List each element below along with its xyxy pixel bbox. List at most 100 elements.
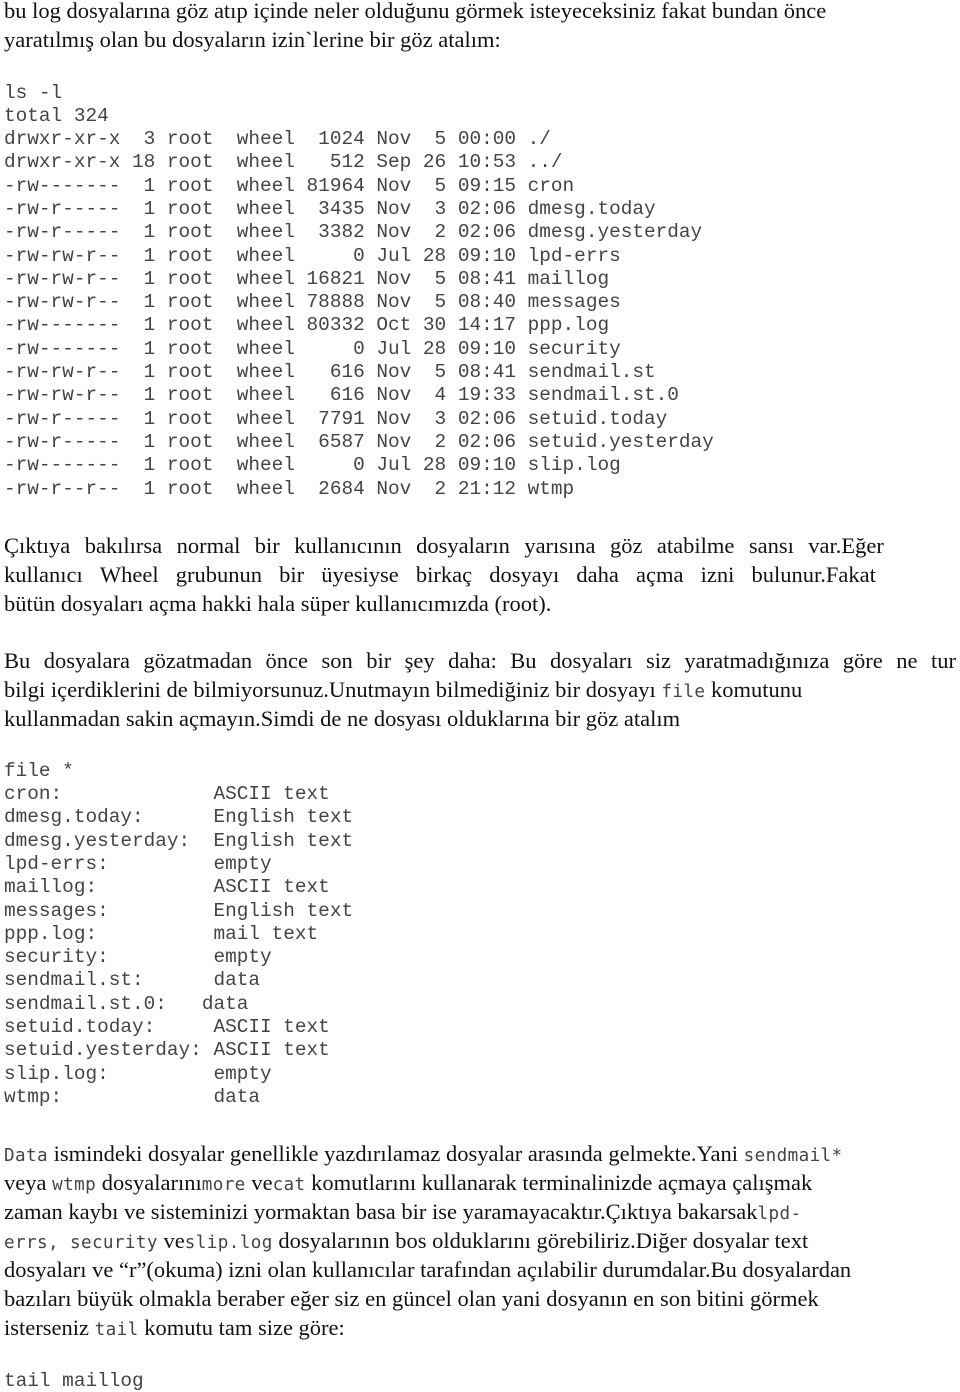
ls-row: -rw-rw-r-- 1 root wheel 616 Nov 5 08:41 … xyxy=(4,361,656,383)
file-command: file * xyxy=(4,760,74,782)
word: siz xyxy=(645,648,671,673)
word: son xyxy=(321,648,353,673)
intro-line-1: bu log dosyalarına göz atıp içinde neler… xyxy=(4,0,956,23)
word: Wheel xyxy=(99,562,159,587)
para3-text: ve xyxy=(157,1228,185,1253)
inline-code-wtmp: wtmp xyxy=(52,1175,97,1195)
file-row: wtmp: data xyxy=(4,1085,260,1108)
ls-row: -rw-r----- 1 root wheel 3382 Nov 2 02:06… xyxy=(4,221,703,244)
word: ne xyxy=(896,648,918,673)
word: normal xyxy=(176,533,241,558)
word: birkaç xyxy=(415,562,473,587)
word: bulunur.Fakat xyxy=(751,562,876,587)
file-row: messages: English text xyxy=(4,899,354,922)
para3-text: isterseniz xyxy=(4,1315,95,1340)
ls-row: -rw------- 1 root wheel 0 Jul 28 09:10 s… xyxy=(4,454,621,477)
inline-code-sendmail: sendmail* xyxy=(743,1146,843,1166)
para3-text: dosyalarını xyxy=(96,1170,202,1195)
intro-line-2: yaratılmış olan bu dosyaların izin`lerin… xyxy=(4,27,501,52)
para2-line-3: kullanmadan sakin açmayın.Simdi de ne do… xyxy=(4,706,681,731)
file-row: cron: ASCII text xyxy=(4,783,330,805)
word: daha xyxy=(576,562,619,587)
file-row: maillog: ASCII text xyxy=(4,876,330,899)
word: dosyayı xyxy=(489,562,560,587)
word: kullanıcı xyxy=(4,562,83,587)
para3-line-7: isterseniz tail komutu tam size göre: xyxy=(4,1315,345,1340)
para3-text: komutlarını kullanarak terminalinizde aç… xyxy=(305,1170,813,1195)
file-row: dmesg.yesterday: English text xyxy=(4,829,354,852)
file-row: security: empty xyxy=(4,946,272,969)
ls-row: -rw-r--r-- 1 root wheel 2684 Nov 2 21:12… xyxy=(4,477,575,500)
word: Bu xyxy=(4,648,31,673)
ls-row: -rw-rw-r-- 1 root wheel 16821 Nov 5 08:4… xyxy=(4,267,610,290)
word: grubunun xyxy=(175,562,262,587)
para3-line-1: Data ismindeki dosyalar genellikle yazdı… xyxy=(4,1141,843,1166)
file-row: slip.log: empty xyxy=(4,1062,272,1085)
para3-text: ve xyxy=(245,1170,273,1195)
ls-row: -rw-rw-r-- 1 root wheel 616 Nov 4 19:33 … xyxy=(4,384,679,407)
para2-line-1: Bu dosyalara gözatmadan önce son bir şey daha: B… xyxy=(4,648,956,673)
word: atabilme xyxy=(656,533,735,558)
file-row: lpd-errs: empty xyxy=(4,852,272,875)
word: bakılırsa xyxy=(84,533,163,558)
word: bir xyxy=(366,648,392,673)
para2-text: komutunu xyxy=(705,677,803,702)
ls-row: -rw-r----- 1 root wheel 6587 Nov 2 02:06… xyxy=(4,430,714,453)
inline-code-file: file xyxy=(661,682,706,702)
file-row: setuid.yesterday: ASCII text xyxy=(4,1039,330,1062)
word: dosyaları xyxy=(550,648,633,673)
word: var.Eğer xyxy=(808,533,884,558)
file-row: dmesg.today: English text xyxy=(4,806,354,829)
word: tur xyxy=(930,648,956,673)
para3-line-5: dosyaları ve “r”(okuma) izni olan kullan… xyxy=(4,1257,852,1282)
word: göz xyxy=(609,533,643,558)
para1-line-2: kullanıcı Wheel grubunun bir üyesiyse birkaç d… xyxy=(4,562,876,587)
inline-code-tail: tail xyxy=(94,1320,139,1340)
word: sansı xyxy=(748,533,794,558)
inline-code-lpd: lpd- xyxy=(757,1204,802,1224)
word: bir xyxy=(254,533,280,558)
file-row: setuid.today: ASCII text xyxy=(4,1016,330,1038)
inline-code-errs-security: errs, security xyxy=(4,1233,158,1253)
para3-text: ismindeki dosyalar genellikle yazdırılam… xyxy=(47,1141,744,1166)
para1-line-1: Çıktıya bakılırsa normal bir kullanıcının dos… xyxy=(4,533,884,558)
file-row: sendmail.st.0: data xyxy=(4,992,249,1015)
word: dosyalara xyxy=(43,648,130,673)
ls-row: drwxr-xr-x 18 root wheel 512 Sep 26 10:5… xyxy=(4,151,563,174)
ls-row: -rw------- 1 root wheel 81964 Nov 5 09:1… xyxy=(4,174,575,197)
word: şey xyxy=(404,648,435,673)
inline-code-cat: cat xyxy=(272,1175,306,1195)
para2-text: bilgi içerdiklerini de bilmiyorsunuz.Unu… xyxy=(4,677,662,702)
para3-text: zaman kaybı ve sisteminizi yormaktan bas… xyxy=(4,1199,758,1224)
file-row: sendmail.st: data xyxy=(4,969,260,992)
para3-text: dosyalarının bos olduklarını görebiliriz… xyxy=(272,1228,809,1253)
para3-line-4: errs, security veslip.log dosyalarının b… xyxy=(4,1228,809,1253)
word: Bu xyxy=(510,648,537,673)
word: dosyaların xyxy=(416,533,510,558)
ls-command: ls -l xyxy=(4,82,63,104)
word: göre xyxy=(842,648,883,673)
word: izni xyxy=(700,562,735,587)
ls-row: -rw-r----- 1 root wheel 7791 Nov 3 02:06… xyxy=(4,407,668,430)
inline-code-data: Data xyxy=(4,1146,48,1166)
inline-code-more: more xyxy=(201,1175,246,1195)
inline-code-sliplog: slip.log xyxy=(184,1233,273,1253)
ls-row: -rw-r----- 1 root wheel 3435 Nov 3 02:06… xyxy=(4,197,656,220)
para1-line-3: bütün dosyaları açma hakki hala süper ku… xyxy=(4,591,552,616)
ls-total: total 324 xyxy=(4,105,109,127)
word: üyesiyse xyxy=(321,562,399,587)
ls-row: -rw------- 1 root wheel 0 Jul 28 09:10 s… xyxy=(4,337,621,360)
word: gözatmadan xyxy=(143,648,253,673)
word: daha: xyxy=(448,648,497,673)
file-row: ppp.log: mail text xyxy=(4,922,319,945)
para3-text: komutu tam size göre: xyxy=(138,1315,345,1340)
intro-text-1: bu log dosyalarına göz atıp içinde neler… xyxy=(4,0,827,23)
word: açma xyxy=(636,562,684,587)
word: yaratmadığınıza xyxy=(684,648,830,673)
para3-line-6: bazıları büyük olmakla beraber eğer siz … xyxy=(4,1286,819,1311)
word: Çıktıya xyxy=(4,533,71,558)
para3-line-3: zaman kaybı ve sisteminizi yormaktan bas… xyxy=(4,1199,802,1224)
word: kullanıcının xyxy=(294,533,402,558)
word: önce xyxy=(265,648,309,673)
word: yarısına xyxy=(524,533,596,558)
